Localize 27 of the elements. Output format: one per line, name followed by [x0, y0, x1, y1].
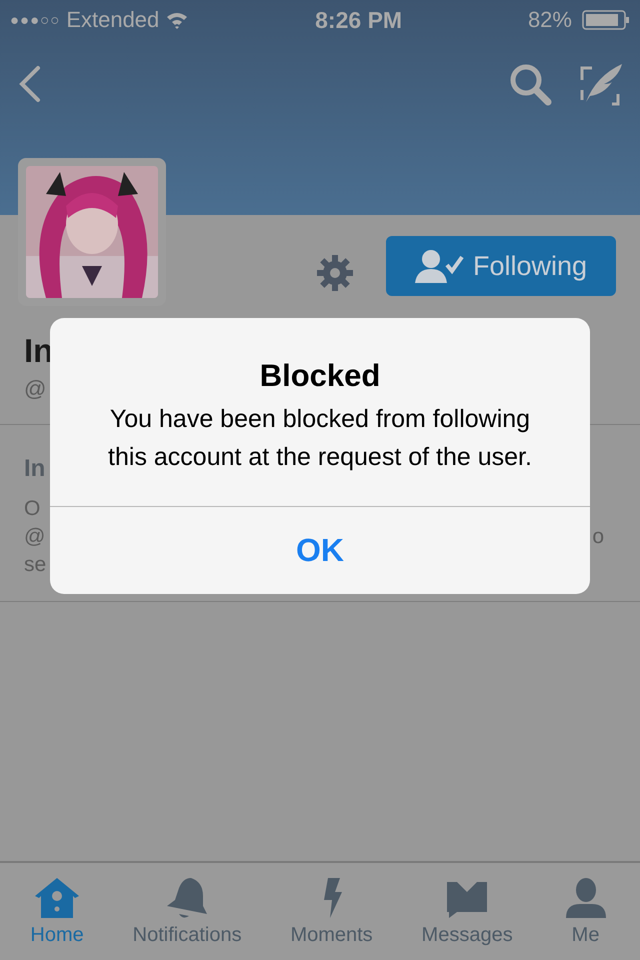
compose-button[interactable] [580, 62, 624, 106]
signal-strength: ●●●○○ [10, 12, 60, 28]
clock-time: 8:26 PM [315, 6, 402, 34]
protected-notice-title: In [24, 455, 46, 483]
alert-title: Blocked [260, 358, 380, 394]
profile-handle: @ [24, 376, 48, 402]
ok-button[interactable]: OK [50, 506, 590, 594]
tab-button[interactable]: Messages [418, 863, 517, 960]
tab-button[interactable]: Notifications [128, 863, 246, 960]
tab-button[interactable]: Moments [286, 863, 377, 960]
battery-icon [582, 10, 630, 30]
notice-text-fragment: O [24, 496, 40, 522]
wifi-icon [165, 11, 190, 29]
tab-button[interactable]: Me [558, 863, 614, 960]
tab-button[interactable]: Home [26, 863, 88, 960]
notice-text-fragment: se [24, 552, 46, 578]
following-button[interactable]: Following [386, 236, 616, 296]
notice-text-fragment: o [592, 524, 604, 550]
back-button[interactable] [18, 64, 42, 104]
notice-text-fragment: @ [24, 524, 46, 550]
settings-button[interactable] [316, 254, 354, 292]
person-check-icon [414, 249, 465, 283]
search-button[interactable] [508, 62, 552, 106]
alert-message: You have been blocked from following this account at the request of the user. [107, 404, 533, 473]
carrier-name: Extended [66, 7, 160, 33]
battery-percent: 82% [528, 7, 572, 33]
house-icon [33, 876, 82, 920]
